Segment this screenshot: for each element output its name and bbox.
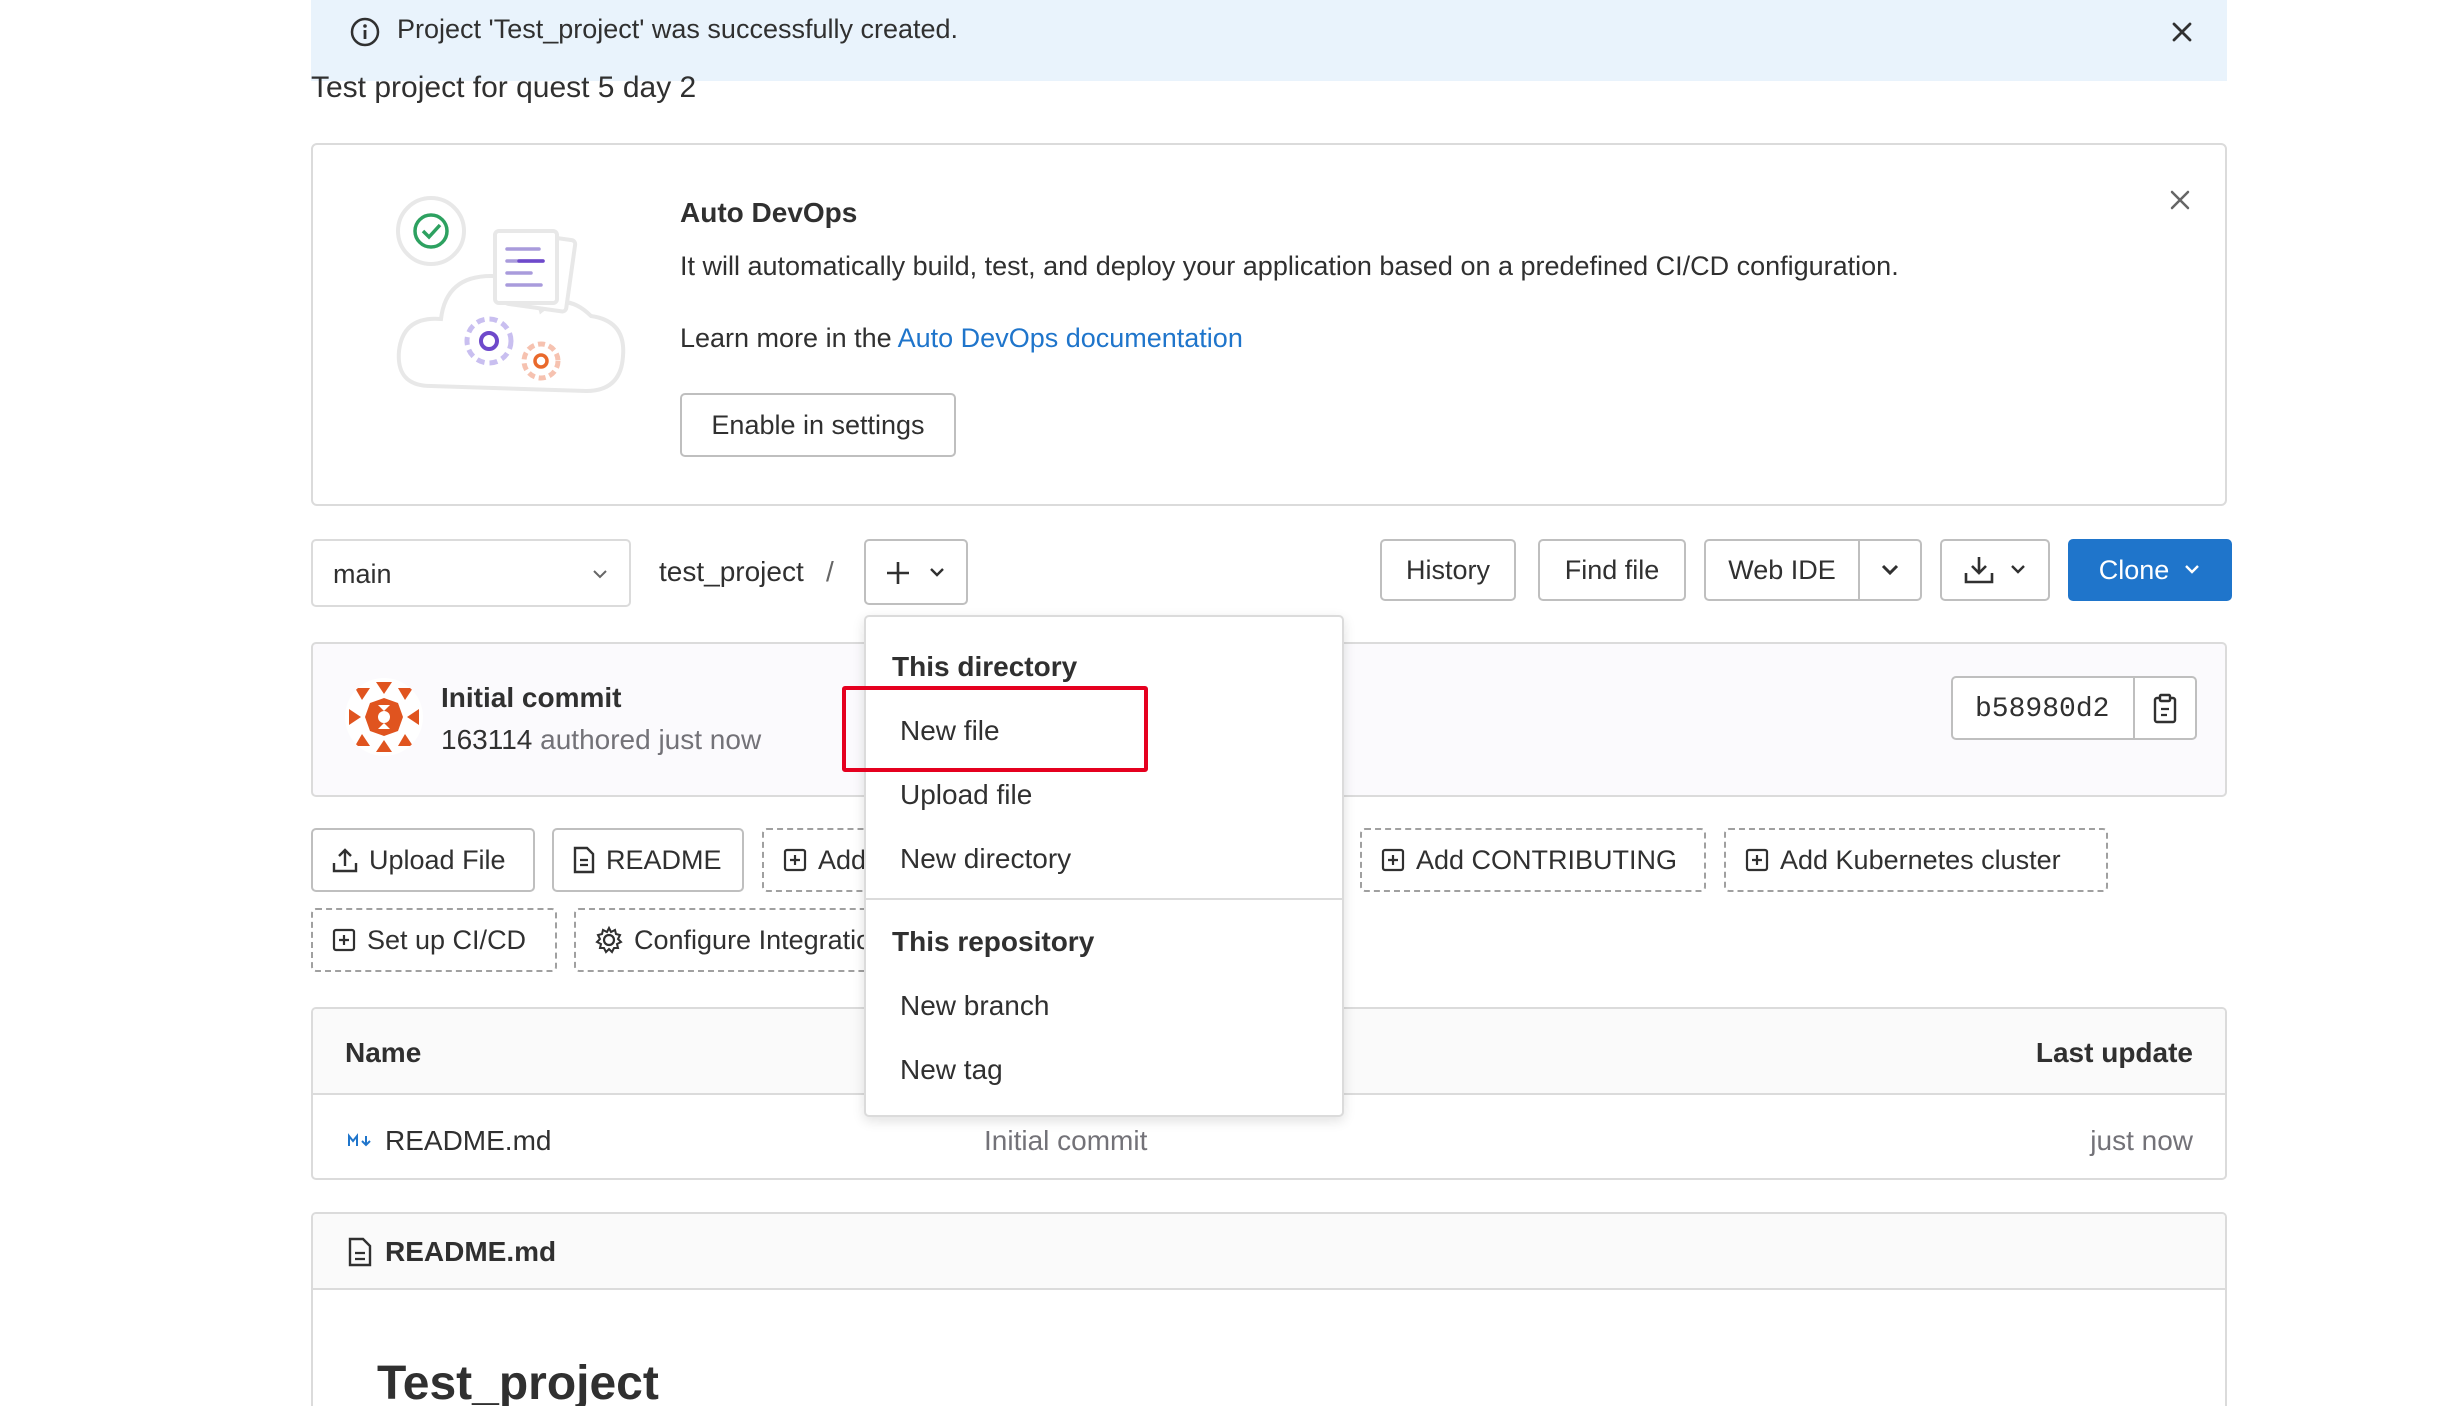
readme-header: README.md xyxy=(313,1214,2225,1290)
readme-button[interactable]: README xyxy=(552,828,744,892)
plus-square-icon xyxy=(332,928,356,952)
web-ide-dropdown-button[interactable] xyxy=(1858,539,1922,601)
add-contributing-label: Add CONTRIBUTING xyxy=(1416,844,1678,875)
readme-heading: Test_project xyxy=(377,1357,659,1406)
branch-name: main xyxy=(333,559,392,589)
menu-item-new-directory[interactable]: New directory xyxy=(900,843,1071,875)
auto-devops-description: It will automatically build, test, and d… xyxy=(680,251,1899,281)
upload-file-button[interactable]: Upload File xyxy=(311,828,535,892)
document-icon xyxy=(348,1237,372,1267)
commit-sha[interactable]: b58980d2 xyxy=(1975,694,2109,725)
project-description: Test project for quest 5 day 2 xyxy=(311,71,697,104)
commit-sha-group: b58980d2 xyxy=(1951,676,2197,740)
add-label: Add xyxy=(818,844,867,875)
divider xyxy=(2133,678,2135,738)
upload-file-label: Upload File xyxy=(369,844,506,875)
add-kubernetes-cluster-button[interactable]: Add Kubernetes cluster xyxy=(1724,828,2108,892)
add-kubernetes-label: Add Kubernetes cluster xyxy=(1780,844,2061,875)
set-up-cicd-label: Set up CI/CD xyxy=(367,924,527,955)
add-to-tree-dropdown: This directory New file Upload file New … xyxy=(864,615,1344,1117)
copy-icon[interactable] xyxy=(2149,692,2183,726)
breadcrumb-project[interactable]: test_project xyxy=(659,556,804,588)
readme-filename[interactable]: README.md xyxy=(385,1236,556,1268)
alert-message: Project 'Test_project' was successfully … xyxy=(397,14,959,44)
file-last-commit[interactable]: Initial commit xyxy=(984,1125,1147,1157)
auto-devops-banner: Auto DevOps It will automatically build,… xyxy=(311,143,2227,506)
upload-icon xyxy=(332,848,358,873)
column-name-header: Name xyxy=(345,1037,422,1068)
learn-more-text: Learn more in the xyxy=(680,323,898,353)
close-icon[interactable] xyxy=(2165,185,2195,215)
gear-icon xyxy=(595,925,623,954)
commit-title[interactable]: Initial commit xyxy=(441,682,621,714)
file-name[interactable]: README.md xyxy=(385,1125,551,1157)
menu-item-new-tag[interactable]: New tag xyxy=(900,1054,1003,1086)
chevron-down-icon xyxy=(593,570,607,579)
auto-devops-docs-link[interactable]: Auto DevOps documentation xyxy=(898,323,1243,353)
set-up-cicd-button[interactable]: Set up CI/CD xyxy=(311,908,557,972)
clone-button[interactable]: Clone xyxy=(2068,539,2232,601)
commit-meta: 163114 authored just now xyxy=(441,724,761,756)
add-to-tree-button[interactable] xyxy=(864,539,968,605)
commit-authored: authored just now xyxy=(540,724,762,755)
plus-square-icon xyxy=(783,848,807,872)
enable-in-settings-button[interactable]: Enable in settings xyxy=(680,393,956,457)
plus-icon xyxy=(887,562,909,584)
file-last-update: just now xyxy=(2090,1125,2193,1156)
plus-square-icon xyxy=(1745,848,1769,872)
avatar[interactable] xyxy=(345,678,423,756)
auto-devops-title: Auto DevOps xyxy=(680,197,858,228)
breadcrumb-separator: / xyxy=(826,556,834,587)
divider xyxy=(866,898,1342,900)
auto-devops-learn-more: Learn more in the Auto DevOps documentat… xyxy=(680,323,1243,354)
add-contributing-button[interactable]: Add CONTRIBUTING xyxy=(1360,828,1706,892)
configure-integrations-label: Configure Integrations xyxy=(634,924,894,955)
chevron-down-icon xyxy=(930,568,944,577)
history-button[interactable]: History xyxy=(1380,539,1516,601)
download-icon xyxy=(1964,557,1994,584)
readme-label: README xyxy=(606,844,722,875)
chevron-down-icon xyxy=(2011,565,2025,574)
clone-label: Clone xyxy=(2098,554,2170,585)
find-file-button[interactable]: Find file xyxy=(1538,539,1686,601)
plus-square-icon xyxy=(1381,848,1405,872)
dropdown-section-repository: This repository xyxy=(892,926,1095,957)
commit-author[interactable]: 163114 xyxy=(441,724,532,755)
menu-item-new-file[interactable]: New file xyxy=(900,715,1000,747)
web-ide-button[interactable]: Web IDE xyxy=(1704,539,1860,601)
close-icon[interactable] xyxy=(2167,17,2197,47)
readme-preview: README.md Test_project xyxy=(311,1212,2227,1406)
configure-integrations-button[interactable]: Configure Integrations xyxy=(574,908,894,972)
menu-item-upload-file[interactable]: Upload file xyxy=(900,779,1032,811)
menu-item-new-branch[interactable]: New branch xyxy=(900,990,1049,1022)
branch-select[interactable]: main xyxy=(311,539,631,607)
dropdown-section-directory: This directory xyxy=(892,651,1078,682)
column-last-update-header: Last update xyxy=(2035,1037,2193,1068)
chevron-down-icon xyxy=(1881,564,1899,576)
document-icon xyxy=(573,846,595,874)
chevron-down-icon xyxy=(2185,565,2200,574)
info-icon xyxy=(350,17,380,47)
auto-devops-illustration xyxy=(396,196,626,394)
markdown-icon xyxy=(348,1133,371,1147)
download-button[interactable] xyxy=(1940,539,2050,601)
